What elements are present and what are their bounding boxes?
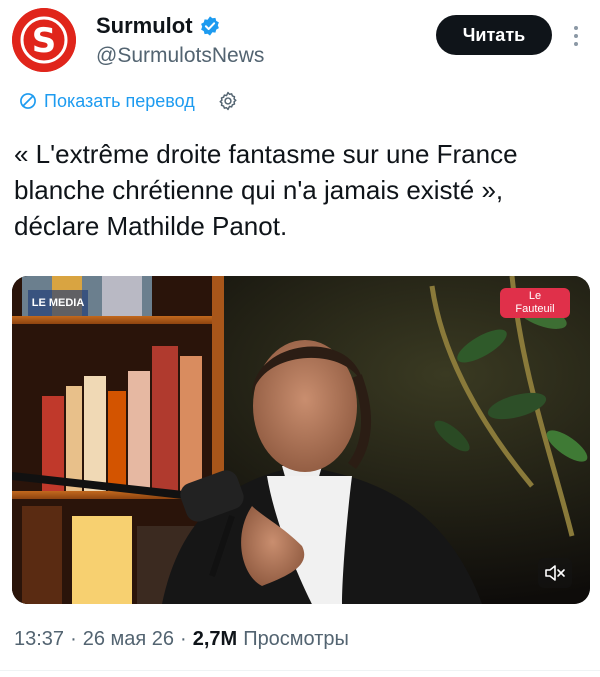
views-label: Просмотры: [243, 628, 349, 650]
gear-icon[interactable]: [217, 90, 239, 112]
meta-separator: ·: [70, 628, 77, 650]
verified-badge-icon: [200, 16, 219, 36]
tweet-meta: 13:37 · 26 мая 26 · 2,7M Просмотры: [14, 628, 349, 651]
mute-button[interactable]: [538, 558, 572, 588]
meta-separator: ·: [180, 628, 187, 650]
read-button[interactable]: Читать: [436, 15, 552, 55]
svg-text:S: S: [32, 21, 57, 61]
show-translation-link[interactable]: Показать перевод: [18, 91, 195, 112]
account-handle[interactable]: @SurmulotsNews: [96, 44, 264, 68]
surmulot-logo-icon: S: [12, 8, 76, 72]
le-fauteuil-watermark: Le Fauteuil: [500, 288, 570, 318]
video-frame: [12, 276, 590, 604]
volume-muted-icon: [545, 565, 565, 581]
video-player[interactable]: LE MEDIA Le Fauteuil: [12, 276, 590, 604]
show-translation-label: Показать перевод: [44, 90, 195, 111]
tweet-time[interactable]: 13:37: [14, 628, 64, 651]
divider: [0, 670, 600, 671]
name-row: Surmulot: [96, 12, 264, 40]
views-count[interactable]: 2,7M: [193, 628, 237, 651]
tweet-text: « L'extrême droite fantasme sur une Fran…: [14, 139, 518, 241]
translate-icon: [20, 93, 36, 109]
watermark-le: Le: [528, 290, 542, 302]
le-media-watermark: LE MEDIA: [28, 290, 88, 316]
more-options-icon[interactable]: [570, 24, 582, 48]
display-name[interactable]: Surmulot: [96, 13, 193, 39]
tweet-date[interactable]: 26 мая 26: [83, 628, 174, 651]
translate-row: Показать перевод: [18, 86, 239, 116]
author-block: Surmulot @SurmulotsNews: [96, 12, 264, 68]
watermark-fauteuil: Fauteuil: [515, 303, 555, 315]
avatar[interactable]: S: [12, 8, 76, 72]
tweet-header: S Surmulot @SurmulotsNews Читать: [0, 0, 600, 80]
